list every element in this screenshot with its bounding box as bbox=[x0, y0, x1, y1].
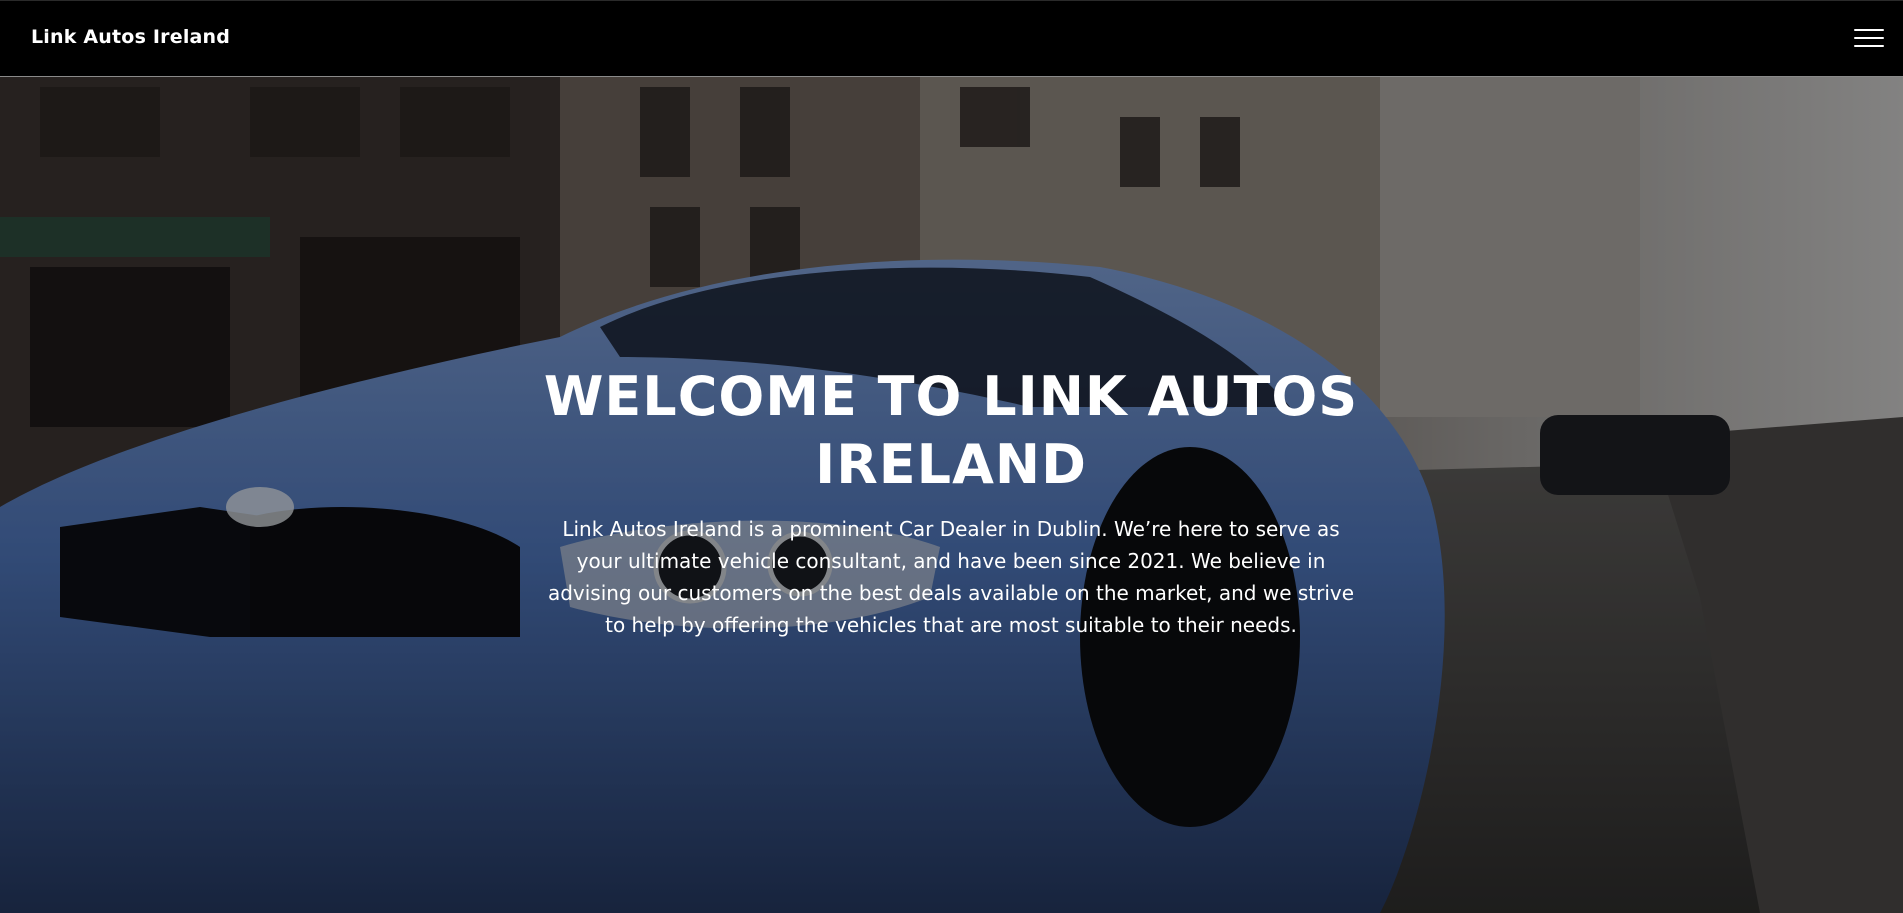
menu-bar-line bbox=[1854, 45, 1884, 47]
brand-link[interactable]: Link Autos Ireland bbox=[31, 26, 230, 48]
hero-content: WELCOME TO LINK AUTOS IRELAND Link Autos… bbox=[541, 363, 1361, 641]
top-navbar: Link Autos Ireland bbox=[0, 0, 1903, 77]
menu-bar-line bbox=[1854, 29, 1884, 31]
hero-description: Link Autos Ireland is a prominent Car De… bbox=[547, 517, 1355, 637]
hero-title: WELCOME TO LINK AUTOS IRELAND bbox=[543, 365, 1359, 496]
hero-section: WELCOME TO LINK AUTOS IRELAND Link Autos… bbox=[0, 77, 1903, 913]
menu-bar-line bbox=[1854, 37, 1884, 39]
hamburger-menu-icon[interactable] bbox=[1854, 26, 1886, 50]
